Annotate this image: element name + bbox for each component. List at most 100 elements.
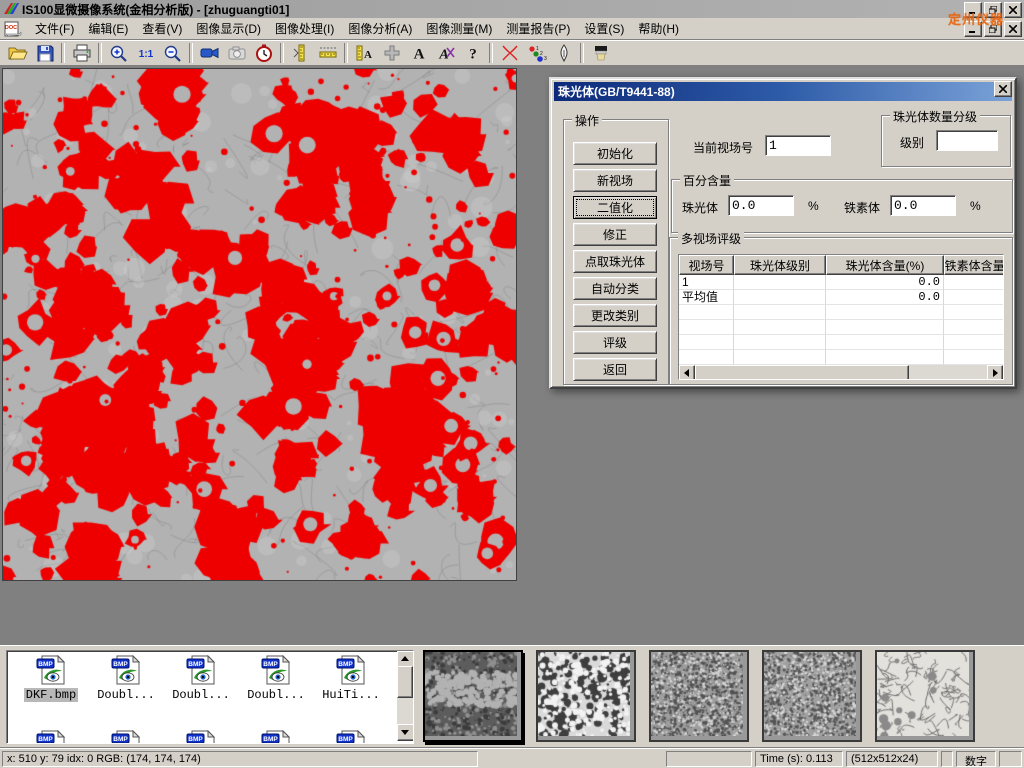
table-row[interactable] — [679, 350, 1003, 365]
file-item-partial[interactable]: BMP — [90, 730, 162, 743]
table-header-2[interactable]: 珠光体级别 — [734, 255, 826, 275]
count-grade-group-label: 珠光体数量分级 — [890, 108, 980, 125]
hscroll-thumb[interactable] — [695, 365, 909, 380]
file-item-Doubl[interactable]: BMPDoubl... — [240, 655, 312, 702]
mdi-close-icon[interactable] — [1004, 21, 1022, 37]
table-row[interactable]: 平均值0.0 — [679, 290, 1003, 305]
curve-split-button[interactable] — [496, 41, 523, 65]
zoom-actual-button[interactable]: 1:1 — [132, 41, 159, 65]
menu-item-7[interactable]: 图像测量(M) — [419, 18, 499, 39]
scroll-right-icon[interactable] — [987, 365, 1003, 380]
binarize-button[interactable]: 二值化 — [573, 196, 657, 219]
dialog-close-icon[interactable] — [994, 81, 1012, 97]
table-row[interactable] — [679, 335, 1003, 350]
metallographic-image[interactable] — [2, 68, 517, 581]
menu-item-3[interactable]: 查看(V) — [135, 18, 189, 39]
svg-text:BMP: BMP — [188, 736, 203, 743]
initialize-button[interactable]: 初始化 — [573, 142, 657, 165]
text-annotate-button[interactable]: A — [405, 41, 432, 65]
table-row[interactable] — [679, 305, 1003, 320]
menu-item-2[interactable]: 编辑(E) — [81, 18, 135, 39]
thumbnail-3[interactable] — [649, 650, 749, 742]
file-item-partial[interactable]: BMP — [165, 730, 237, 743]
ruler-horizontal-button[interactable] — [314, 41, 341, 65]
ferrite-percent-sign: % — [970, 199, 981, 213]
open-file-button[interactable] — [4, 41, 31, 65]
scroll-down-icon[interactable] — [397, 724, 414, 741]
save-button[interactable] — [31, 41, 58, 65]
pen-annotate-button[interactable] — [550, 41, 577, 65]
print-button[interactable] — [68, 41, 95, 65]
zoom-in-button[interactable] — [105, 41, 132, 65]
menu-item-8[interactable]: 测量报告(P) — [499, 18, 577, 39]
class-dots-button[interactable]: 123 — [523, 41, 550, 65]
app-logo-icon — [3, 2, 19, 16]
menu-item-9[interactable]: 设置(S) — [577, 18, 631, 39]
close-icon[interactable] — [1004, 2, 1022, 18]
menu-item-10[interactable]: 帮助(H) — [631, 18, 686, 39]
pearlite-percent-input[interactable] — [728, 195, 794, 216]
measure-scale-button[interactable]: A — [351, 41, 378, 65]
file-item-Doubl[interactable]: BMPDoubl... — [90, 655, 162, 702]
return-button[interactable]: 返回 — [573, 358, 657, 381]
change-class-button[interactable]: 更改类别 — [573, 304, 657, 327]
status-bar: x: 510 y: 79 idx: 0 RGB: (174, 174, 174)… — [0, 747, 1024, 768]
thumbnail-2[interactable] — [536, 650, 636, 742]
document-icon[interactable]: DOC — [4, 21, 22, 37]
paint-brush-button[interactable] — [587, 41, 614, 65]
thumbnail-4[interactable] — [762, 650, 862, 742]
menu-item-1[interactable]: 文件(F) — [28, 18, 81, 39]
help-button[interactable]: ? — [459, 41, 486, 65]
caliper-vertical-icon — [291, 44, 311, 62]
table-cell — [944, 275, 1004, 290]
file-item-DKFbmp[interactable]: BMPDKF.bmp — [15, 655, 87, 702]
svg-text:2: 2 — [540, 51, 543, 57]
timer-button[interactable] — [250, 41, 277, 65]
grade-input[interactable] — [936, 130, 998, 151]
grade-table: 视场号珠光体级别珠光体含量(%)铁素体含量(%) 10.0平均值0.0 — [678, 254, 1004, 380]
grid-cross-button[interactable] — [378, 41, 405, 65]
zoom-out-button[interactable] — [159, 41, 186, 65]
file-item-HuiTi[interactable]: BMPHuiTi... — [315, 655, 387, 702]
correct-button[interactable]: 修正 — [573, 223, 657, 246]
vscroll-thumb[interactable] — [397, 666, 413, 698]
multi-field-group: 多视场评级 视场号珠光体级别珠光体含量(%)铁素体含量(%) 10.0平均值0.… — [669, 237, 1013, 385]
file-item-partial[interactable]: BMP — [315, 730, 387, 743]
file-item-Doubl[interactable]: BMPDoubl... — [165, 655, 237, 702]
current-field-input[interactable] — [765, 135, 831, 156]
table-header-4[interactable]: 铁素体含量(%) — [944, 255, 1004, 275]
status-empty-panel-2 — [941, 751, 953, 767]
dialog-title-bar[interactable]: 珠光体(GB/T9441-88) — [554, 82, 1012, 101]
svg-text:BMP: BMP — [338, 661, 353, 668]
file-browser[interactable]: BMPDKF.bmpBMPDoubl...BMPDoubl...BMPDoubl… — [6, 650, 414, 744]
menu-item-5[interactable]: 图像处理(I) — [268, 18, 341, 39]
thumbnail-1[interactable] — [423, 650, 523, 742]
file-item-partial[interactable]: BMP — [240, 730, 312, 743]
toolbar-separator — [280, 43, 284, 63]
rate-button[interactable]: 评级 — [573, 331, 657, 354]
caliper-vertical-button[interactable] — [287, 41, 314, 65]
zoom-in-icon — [109, 44, 129, 62]
table-row[interactable]: 10.0 — [679, 275, 1003, 290]
pick-pearlite-button[interactable]: 点取珠光体 — [573, 250, 657, 273]
menu-item-6[interactable]: 图像分析(A) — [341, 18, 419, 39]
table-header-1[interactable]: 视场号 — [679, 255, 734, 275]
auto-classify-button[interactable]: 自动分类 — [573, 277, 657, 300]
camera-capture-button[interactable] — [223, 41, 250, 65]
video-capture-icon — [200, 44, 220, 62]
bmp-file-icon: BMP — [336, 655, 366, 685]
file-browser-vscrollbar[interactable] — [397, 651, 413, 741]
video-capture-button[interactable] — [196, 41, 223, 65]
menu-item-4[interactable]: 图像显示(D) — [189, 18, 268, 39]
table-hscrollbar[interactable] — [679, 365, 1003, 379]
file-item-partial[interactable]: BMP — [15, 730, 87, 743]
thumbnail-5[interactable] — [875, 650, 975, 742]
scroll-left-icon[interactable] — [679, 365, 695, 380]
table-cell — [679, 320, 734, 335]
text-delete-button[interactable]: A — [432, 41, 459, 65]
ferrite-label: 铁素体 — [844, 199, 880, 216]
ferrite-percent-input[interactable] — [890, 195, 956, 216]
new-field-button[interactable]: 新视场 — [573, 169, 657, 192]
table-header-3[interactable]: 珠光体含量(%) — [826, 255, 944, 275]
table-row[interactable] — [679, 320, 1003, 335]
